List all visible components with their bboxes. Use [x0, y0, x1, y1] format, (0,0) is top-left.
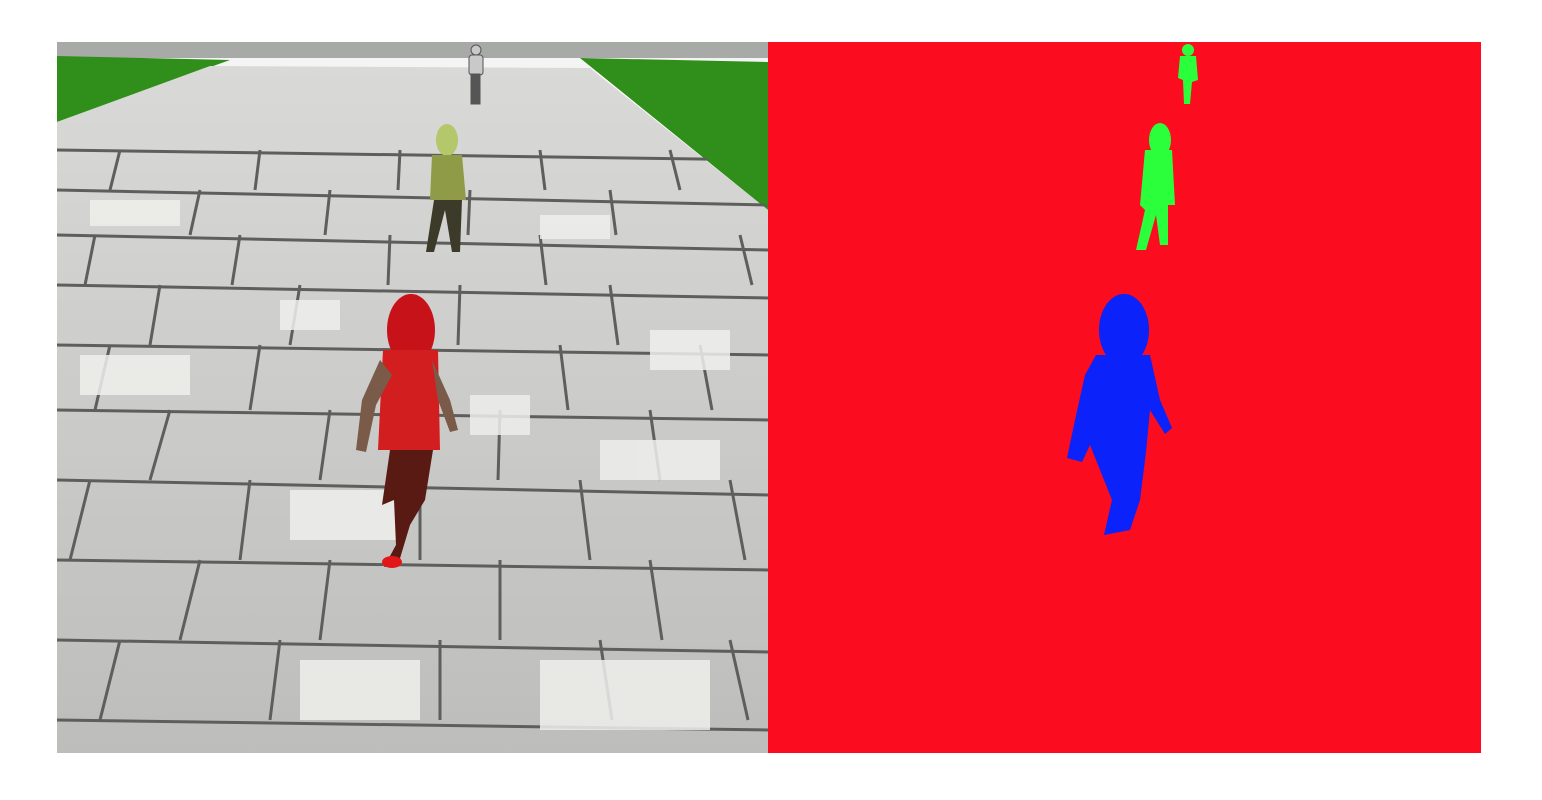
tile-light-10	[540, 215, 610, 239]
tile-light-1	[90, 200, 180, 226]
tile-light-2	[280, 300, 340, 330]
far-pedestrian-head	[470, 44, 482, 56]
tile-light-4	[80, 355, 190, 395]
far-mask-head	[1182, 44, 1194, 56]
tile-light-7	[540, 660, 710, 730]
rgb-render-panel	[57, 42, 768, 753]
segmentation-mask-panel	[768, 42, 1481, 753]
tile-light-6	[600, 440, 720, 480]
middle-pedestrian-body	[430, 155, 466, 200]
tile-light-3	[470, 395, 530, 435]
middle-pedestrian-head	[436, 124, 458, 156]
figure	[0, 0, 1542, 800]
tile-light-9	[300, 660, 420, 720]
near-pedestrian-shoe	[382, 556, 402, 568]
tile-light-8	[650, 330, 730, 370]
near-pedestrian-torso	[378, 350, 440, 450]
figure-canvas	[57, 42, 1481, 753]
far-pedestrian-body	[468, 54, 484, 76]
far-pedestrian-legs	[470, 73, 481, 105]
background-horizon	[57, 42, 768, 58]
